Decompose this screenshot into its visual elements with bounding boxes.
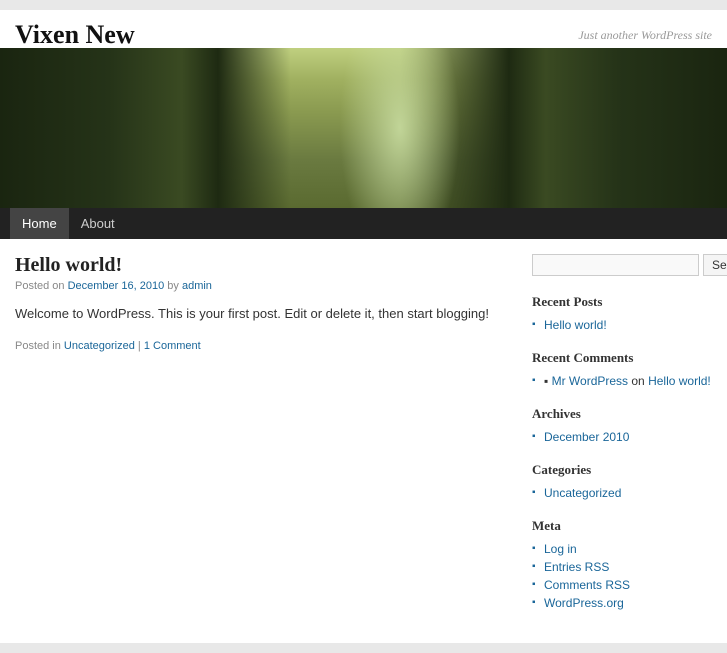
categories-list: Uncategorized [532,484,712,502]
meta-list: Log in Entries RSS Comments RSS WordPres… [532,540,712,612]
post-comment-link[interactable]: 1 Comment [144,340,201,352]
recent-posts-title: Recent Posts [532,294,712,310]
nav-item-home[interactable]: Home [10,208,69,239]
recent-comments-widget: Recent Comments ▪ Mr WordPress on Hello … [532,350,712,390]
meta-item-wordpress-org: WordPress.org [532,594,712,612]
meta-widget: Meta Log in Entries RSS Comments RSS Wor… [532,518,712,612]
post-category-link[interactable]: Uncategorized [64,340,135,352]
site-header: Vixen New Just another WordPress site [0,10,727,48]
meta-title: Meta [532,518,712,534]
comment-post-link[interactable]: Hello world! [648,374,711,388]
search-button[interactable]: Search [703,254,727,276]
archive-item: December 2010 [532,428,712,446]
search-widget: Search [532,254,712,276]
post-title: Hello world! [15,254,517,277]
recent-comments-title: Recent Comments [532,350,712,366]
main-content: Hello world! Posted on December 16, 2010… [15,254,517,628]
post-meta: Posted on December 16, 2010 by admin [15,280,517,292]
meta-item-comments-rss: Comments RSS [532,576,712,594]
post-footer: Posted in Uncategorized | 1 Comment [15,340,517,352]
recent-post-link[interactable]: Hello world! [544,318,607,332]
meta-wordpress-org-link[interactable]: WordPress.org [544,596,624,610]
archives-widget: Archives December 2010 [532,406,712,446]
header-banner [0,48,727,208]
recent-post-item: Hello world! [532,316,712,334]
post: Hello world! Posted on December 16, 2010… [15,254,517,352]
archives-title: Archives [532,406,712,422]
sidebar: Search Recent Posts Hello world! Recent … [532,254,712,628]
meta-login-link[interactable]: Log in [544,542,577,556]
meta-entries-rss-link[interactable]: Entries RSS [544,560,609,574]
recent-posts-list: Hello world! [532,316,712,334]
archives-list: December 2010 [532,428,712,446]
category-link[interactable]: Uncategorized [544,486,621,500]
meta-item-entries-rss: Entries RSS [532,558,712,576]
meta-comments-rss-link[interactable]: Comments RSS [544,578,630,592]
category-item: Uncategorized [532,484,712,502]
comment-author-link[interactable]: Mr WordPress [552,374,628,388]
post-author-link[interactable]: admin [182,280,212,292]
archive-link[interactable]: December 2010 [544,430,629,444]
post-content: Welcome to WordPress. This is your first… [15,304,517,325]
search-input[interactable] [532,254,699,276]
recent-comments-list: ▪ Mr WordPress on Hello world! [532,372,712,390]
content-area: Hello world! Posted on December 16, 2010… [0,239,727,643]
categories-title: Categories [532,462,712,478]
recent-posts-widget: Recent Posts Hello world! [532,294,712,334]
recent-comment-item: ▪ Mr WordPress on Hello world! [532,372,712,390]
meta-item-login: Log in [532,540,712,558]
post-date-link[interactable]: December 16, 2010 [68,280,165,292]
categories-widget: Categories Uncategorized [532,462,712,502]
nav-item-about[interactable]: About [69,208,127,239]
main-navigation: Home About [0,208,727,239]
